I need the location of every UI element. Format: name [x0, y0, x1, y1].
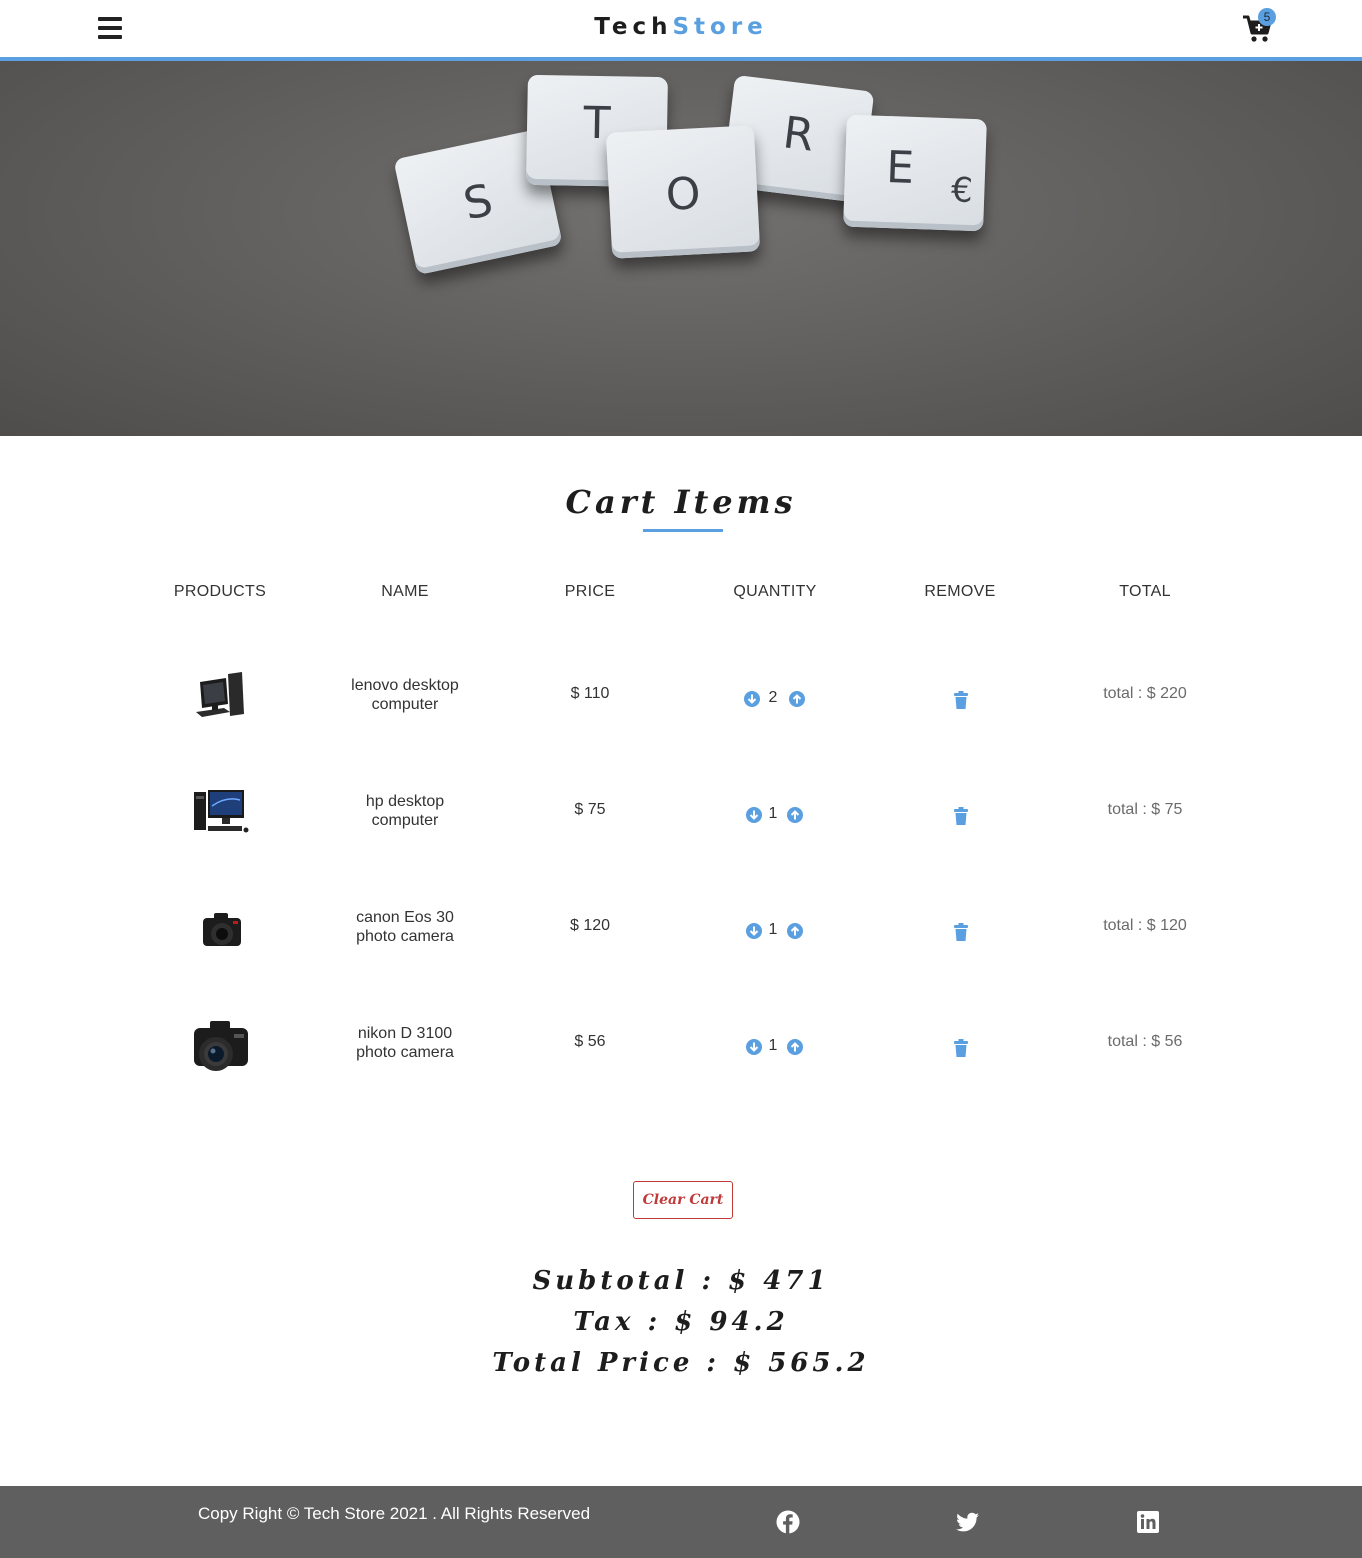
desktop-tower-icon — [196, 672, 244, 717]
hero-tile: O — [605, 125, 761, 259]
product-name-line: photo camera — [356, 928, 454, 945]
brand-text-store: Store — [672, 14, 768, 40]
column-header-price: PRICE — [564, 583, 616, 600]
hero-tile-letter: O — [664, 168, 702, 221]
linkedin-icon[interactable] — [1136, 1510, 1160, 1534]
product-name-line: nikon D 3100 — [357, 1025, 453, 1042]
increase-quantity-icon[interactable] — [787, 923, 803, 939]
row-total: total : $ 75 — [1107, 801, 1183, 818]
quantity-stepper: 1 — [746, 805, 836, 825]
camera-icon — [203, 913, 241, 946]
product-name: nikon D 3100 photo camera — [305, 1024, 505, 1062]
quantity-stepper: 1 — [746, 921, 836, 941]
product-price: $ 56 — [574, 1033, 606, 1050]
product-name-line: lenovo desktop — [351, 677, 459, 694]
product-name: lenovo desktop computer — [305, 676, 505, 714]
tax-text: Tax : $ 94.2 — [573, 1307, 789, 1337]
navbar: TechStore 5 — [0, 0, 1362, 61]
trash-icon[interactable] — [954, 923, 968, 941]
product-price: $ 110 — [570, 685, 610, 702]
row-total: total : $ 56 — [1107, 1033, 1183, 1050]
quantity-value: 2 — [768, 689, 778, 706]
row-total: total : $ 220 — [1103, 685, 1187, 702]
column-header-name: NAME — [381, 583, 429, 600]
product-name-line: photo camera — [356, 1044, 454, 1061]
quantity-stepper: 1 — [746, 1037, 836, 1057]
quantity-value: 1 — [768, 921, 778, 938]
total-price-text: Total Price : $ 565.2 — [492, 1348, 870, 1378]
product-name-line: computer — [371, 812, 439, 829]
cart-count-badge: 5 — [1258, 8, 1276, 26]
product-name: hp desktop computer — [305, 792, 505, 830]
footer: Copy Right © Tech Store 2021 . All Right… — [0, 1486, 1362, 1558]
quantity-stepper: 2 — [744, 689, 834, 709]
title-underline — [643, 529, 723, 532]
increase-quantity-icon[interactable] — [787, 1039, 803, 1055]
column-header-total: TOTAL — [1119, 583, 1171, 600]
trash-icon[interactable] — [954, 1039, 968, 1057]
trash-icon[interactable] — [954, 807, 968, 825]
quantity-value: 1 — [768, 1037, 778, 1054]
product-name-line: hp desktop — [365, 793, 445, 810]
product-name-line: canon Eos 30 — [356, 909, 454, 926]
hero-banner: S T R O E € — [0, 61, 1362, 436]
column-header-remove: REMOVE — [924, 583, 996, 600]
hero-tile-euro: € — [950, 170, 974, 212]
cart-items-title: Cart Items — [565, 483, 797, 521]
product-price: $ 120 — [569, 917, 611, 934]
increase-quantity-icon[interactable] — [789, 691, 805, 707]
dslr-camera-icon — [194, 1021, 248, 1071]
desktop-monitor-icon — [194, 790, 249, 833]
column-header-products: PRODUCTS — [173, 583, 267, 600]
quantity-value: 1 — [768, 805, 778, 822]
product-price: $ 75 — [574, 801, 606, 818]
clear-cart-button[interactable]: Clear Cart — [633, 1181, 733, 1219]
product-name-line: computer — [371, 696, 439, 713]
brand-logo[interactable]: TechStore — [0, 14, 1362, 40]
row-total: total : $ 120 — [1103, 917, 1187, 934]
hero-tile: E € — [843, 114, 987, 232]
copyright-text: Copy Right © Tech Store 2021 . All Right… — [198, 1504, 591, 1523]
facebook-icon[interactable] — [776, 1510, 800, 1534]
twitter-icon[interactable] — [956, 1510, 980, 1534]
column-header-quantity: QUANTITY — [733, 583, 817, 600]
increase-quantity-icon[interactable] — [787, 807, 803, 823]
product-name: canon Eos 30 photo camera — [305, 908, 505, 946]
trash-icon[interactable] — [954, 691, 968, 709]
subtotal-text: Subtotal : $ 471 — [532, 1266, 830, 1296]
brand-text-tech: Tech — [594, 14, 673, 40]
